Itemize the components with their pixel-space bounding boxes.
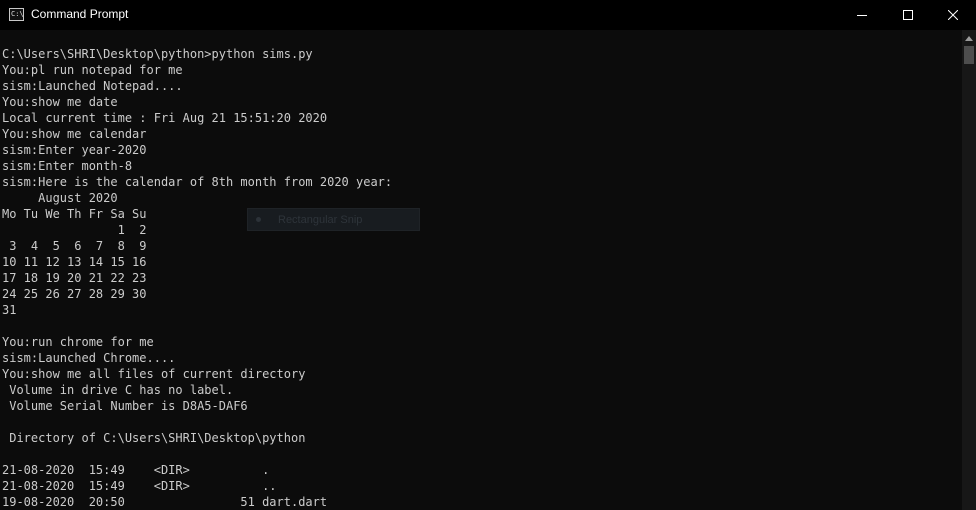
maximize-button[interactable] [885,0,931,30]
directory-listing-row: 21-08-2020 15:49 <DIR> .. [2,479,277,493]
scroll-up-arrow-icon [965,35,973,41]
minimize-button[interactable] [839,0,885,30]
console-line: Directory of C:\Users\SHRI\Desktop\pytho… [2,431,306,445]
directory-listing-row: 21-08-2020 15:49 <DIR> . [2,463,270,477]
console-line: You:run chrome for me [2,335,154,349]
calendar-week-row: 17 18 19 20 21 22 23 [2,271,147,285]
console-line: Volume Serial Number is D8A5-DAF6 [2,399,248,413]
snip-mode-icon [256,217,261,222]
scroll-up-button[interactable] [962,30,976,46]
calendar-week-row: 3 4 5 6 7 8 9 [2,239,147,253]
console-line: sism:Launched Chrome.... [2,351,176,365]
close-icon [948,10,958,20]
console-line: You:show me date [2,95,118,109]
scrollbar-thumb[interactable] [964,46,974,64]
directory-listing-row: 19-08-2020 20:50 51 dart.dart [2,495,328,509]
calendar-weekday-header: Mo Tu We Th Fr Sa Su [2,207,147,221]
minimize-icon [857,15,867,16]
console-line: You:show me calendar [2,127,147,141]
console-line: sism:Launched Notepad.... [2,79,183,93]
console-line: C:\Users\SHRI\Desktop\python>python sims… [2,47,313,61]
maximize-icon [903,10,913,20]
command-prompt-icon[interactable]: C:\. [9,8,24,21]
console-line: You:show me all files of current directo… [2,367,306,381]
console-output[interactable]: C:\Users\SHRI\Desktop\python>python sims… [0,30,962,510]
console-line: You:pl run notepad for me [2,63,183,77]
console-line: Local current time : Fri Aug 21 15:51:20… [2,111,328,125]
calendar-week-row: 24 25 26 27 28 29 30 [2,287,147,301]
calendar-week-row: 31 [2,303,17,317]
calendar-month-heading: August 2020 [2,191,118,205]
window-title: Command Prompt [31,7,129,21]
calendar-week-row: 10 11 12 13 14 15 16 [2,255,147,269]
close-button[interactable] [930,0,976,30]
console-line: sism:Enter month-8 [2,159,133,173]
title-bar[interactable]: C:\. Command Prompt [0,0,976,30]
rectangular-snip-overlay: Rectangular Snip [247,208,420,231]
console-line: sism:Here is the calendar of 8th month f… [2,175,393,189]
snip-mode-label: Rectangular Snip [278,214,363,226]
calendar-week-row: 1 2 [2,223,147,237]
console-line: sism:Enter year-2020 [2,143,147,157]
console-line: Volume in drive C has no label. [2,383,234,397]
vertical-scrollbar[interactable] [962,30,976,510]
